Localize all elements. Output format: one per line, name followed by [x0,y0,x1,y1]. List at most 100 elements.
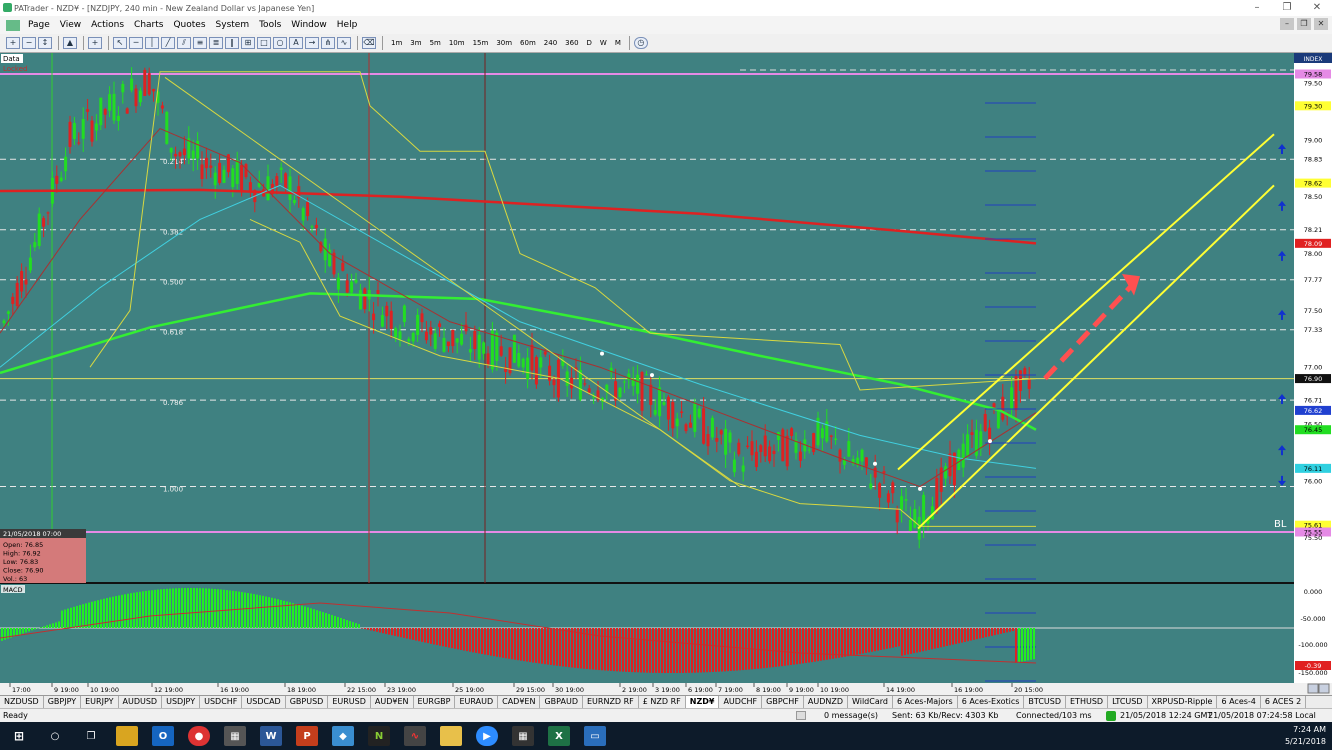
symbol-tab[interactable]: 6 Aces-4 [1217,696,1261,708]
chart-type-icon[interactable]: ▲ [63,37,77,49]
powerpoint-icon[interactable]: P [296,726,318,746]
text-tool-icon[interactable]: A [289,37,303,49]
taskbar-clock[interactable]: 7:24 AM 5/21/2018 [1285,724,1326,748]
outlook-icon[interactable]: O [152,726,174,746]
symbol-tab[interactable]: GBPCHF [762,696,804,708]
message-icon[interactable] [796,711,806,720]
zoom-icon[interactable]: ▶ [476,726,498,746]
timeframe-d[interactable]: D [587,39,592,47]
symbol-tab[interactable]: £ NZD RF [639,696,686,708]
menu-window[interactable]: Window [291,20,327,30]
ninjatrader-icon[interactable]: N [368,726,390,746]
horizontal-line-icon[interactable]: ─ [129,37,143,49]
delete-drawing-icon[interactable]: ⌫ [362,37,376,49]
symbol-tab[interactable]: GBPAUD [540,696,583,708]
symbol-tab[interactable]: ETHUSD [1066,696,1109,708]
symbol-tab[interactable]: 6 ACES 2 [1261,696,1307,708]
task-view-icon[interactable]: ❐ [80,726,102,746]
symbol-tab[interactable]: EURGBP [414,696,456,708]
fib-extension-icon[interactable]: ≣ [209,37,223,49]
app-icon-blue[interactable]: ◆ [332,726,354,746]
symbol-tab[interactable]: EURNZD RF [583,696,639,708]
crosshair-icon[interactable]: + [88,37,102,49]
menu-actions[interactable]: Actions [91,20,124,30]
mdi-restore-button[interactable]: ❐ [1297,18,1311,30]
timeframe-15m[interactable]: 15m [473,39,489,47]
pitchfork-icon[interactable]: ⋔ [321,37,335,49]
menu-quotes[interactable]: Quotes [173,20,205,30]
symbol-tab[interactable]: AUDCHF [719,696,763,708]
clock-icon[interactable]: ◷ [633,37,648,49]
calculator-icon[interactable]: ▦ [512,726,534,746]
excel-icon[interactable]: X [548,726,570,746]
symbol-tab[interactable]: XRPUSD-Ripple [1148,696,1218,708]
patrader-icon[interactable]: ∿ [404,726,426,746]
symbol-tab[interactable]: AUD¥EN [371,696,414,708]
timeframe-10m[interactable]: 10m [449,39,465,47]
mdi-close-button[interactable]: ✕ [1314,18,1328,30]
symbol-tab[interactable]: AUDNZD [804,696,848,708]
timeframe-w[interactable]: W [600,39,607,47]
symbol-tab[interactable]: BTCUSD [1024,696,1066,708]
symbol-tab[interactable]: NZDUSD [0,696,44,708]
timeframe-m[interactable]: M [615,39,621,47]
symbol-tab[interactable]: NZD¥ [685,696,720,708]
maximize-button[interactable]: ❐ [1272,0,1302,16]
word-icon[interactable]: W [260,726,282,746]
symbol-tab[interactable]: 6 Aces-Majors [893,696,958,708]
minimize-button[interactable]: – [1242,0,1272,16]
chart-window[interactable]: INDEX 0.214 0.382 0.500 0.618 0.786 1.000 BL Dat… [0,53,1332,695]
timeframe-360[interactable]: 360 [565,39,578,47]
menu-help[interactable]: Help [337,20,358,30]
app-icon-screen[interactable]: ▭ [584,726,606,746]
zoom-in-icon[interactable]: + [6,37,20,49]
pointer-icon[interactable]: ↖ [113,37,127,49]
symbol-tab[interactable]: GBPUSD [286,696,329,708]
symbol-tab[interactable]: USDCHF [200,696,243,708]
rectangle-icon[interactable]: □ [257,37,271,49]
menu-tools[interactable]: Tools [259,20,281,30]
symbol-tab[interactable]: EURUSD [328,696,371,708]
symbol-tab[interactable]: USDCAD [242,696,286,708]
vertical-line-icon[interactable]: │ [145,37,159,49]
file-explorer-icon[interactable] [116,726,138,746]
ellipse-icon[interactable]: ○ [273,37,287,49]
timeframe-240[interactable]: 240 [544,39,557,47]
symbol-tab[interactable]: AUDUSD [119,696,163,708]
symbol-tab[interactable]: LTCUSD [1108,696,1148,708]
close-button[interactable]: ✕ [1302,0,1332,16]
symbol-tab[interactable]: EURAUD [455,696,499,708]
timeframe-1m[interactable]: 1m [391,39,402,47]
symbol-tab[interactable]: 6 Aces-Exotics [958,696,1025,708]
menu-system[interactable]: System [216,20,250,30]
fibonacci-icon[interactable]: ≡ [193,37,207,49]
start-icon[interactable]: ⊞ [8,726,30,746]
mdi-minimize-button[interactable]: – [1280,18,1294,30]
zoom-out-icon[interactable]: − [22,37,36,49]
fib-time-icon[interactable]: ‖ [225,37,239,49]
gann-icon[interactable]: ⊞ [241,37,255,49]
symbol-tab[interactable]: USDJPY [162,696,201,708]
menu-page[interactable]: Page [28,20,50,30]
menu-app-icon[interactable] [6,19,20,31]
trendline-icon[interactable]: ╱ [161,37,175,49]
timeframe-60m[interactable]: 60m [520,39,536,47]
symbol-tab[interactable]: EURJPY [81,696,119,708]
search-icon[interactable]: ○ [44,726,66,746]
timeframe-5m[interactable]: 5m [430,39,441,47]
price-chart[interactable]: INDEX0.2140.3820.5000.6180.7861.000BLDat… [0,53,1332,695]
symbol-tab[interactable]: GBPJPY [44,696,82,708]
timeframe-3m[interactable]: 3m [410,39,421,47]
folder-icon[interactable] [440,726,462,746]
timeframe-30m[interactable]: 30m [496,39,512,47]
app-icon-grid[interactable]: ▦ [224,726,246,746]
arrow-tool-icon[interactable]: → [305,37,319,49]
symbol-tab[interactable]: CAD¥EN [498,696,541,708]
symbol-tab[interactable]: WildCard [848,696,893,708]
channel-icon[interactable]: ⫽ [177,37,191,49]
chrome-icon[interactable]: ● [188,726,210,746]
cycle-icon[interactable]: ∿ [337,37,351,49]
menu-view[interactable]: View [60,20,81,30]
auto-scale-icon[interactable]: ↕ [38,37,52,49]
menu-charts[interactable]: Charts [134,20,163,30]
